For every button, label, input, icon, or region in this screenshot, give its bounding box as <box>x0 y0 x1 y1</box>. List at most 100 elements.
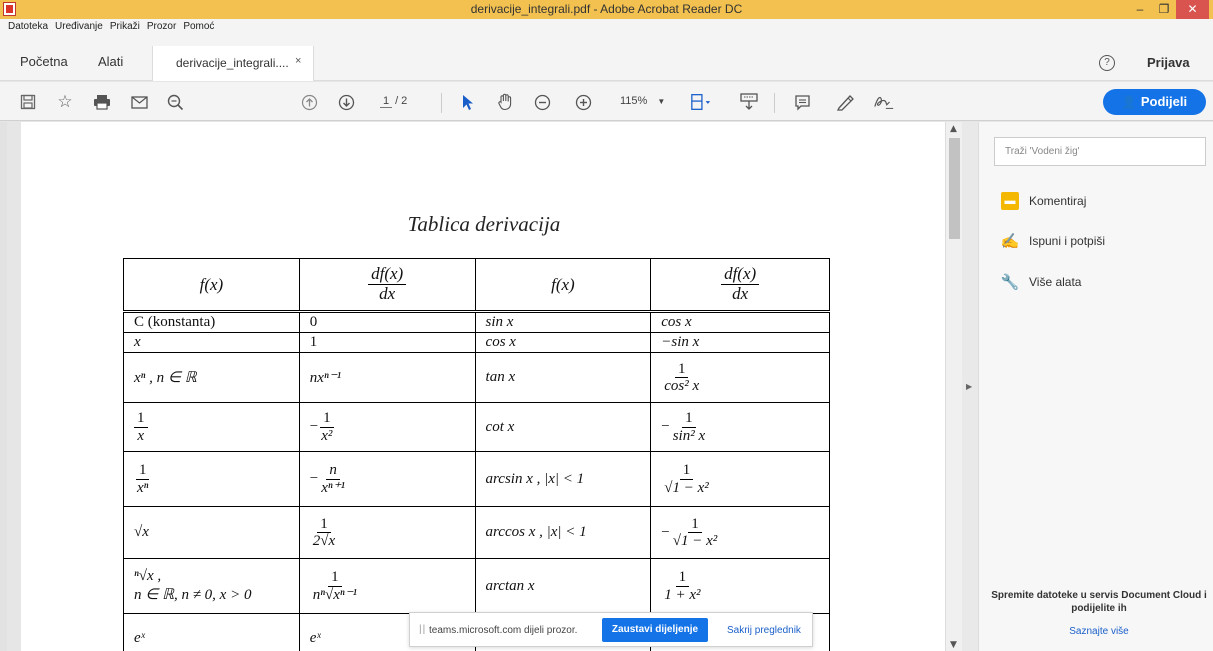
close-window-button[interactable]: ✕ <box>1176 0 1209 19</box>
table-cell: 1 nⁿ√xⁿ⁻¹ <box>298 558 476 614</box>
table-row: 1x −1 x² cot x −1 sin² x <box>123 402 830 452</box>
scroll-up-icon[interactable]: ▲ <box>950 124 957 134</box>
page-fit-icon[interactable] <box>690 91 712 113</box>
vertical-scrollbar[interactable]: ▲ ▼ <box>945 122 962 651</box>
share-message: teams.microsoft.com dijeli prozor. <box>429 625 578 636</box>
help-icon[interactable]: ? <box>1099 55 1115 71</box>
share-button-label: Podijeli <box>1140 94 1188 109</box>
page-indicator: 1 / 2 <box>380 95 407 108</box>
tool-comment[interactable]: ▬ Komentiraj <box>1001 192 1086 210</box>
toolbar-divider <box>441 93 442 113</box>
tool-fill-sign[interactable]: ✍ Ispuni i potpiši <box>1001 232 1105 250</box>
comment-icon[interactable] <box>791 91 813 113</box>
menu-item-window[interactable]: Prozor <box>147 21 176 32</box>
zoom-value: 115% <box>620 95 648 107</box>
table-cell: 1 2√x <box>298 506 476 559</box>
window-title: derivacije_integrali.pdf - Adobe Acrobat… <box>470 2 743 16</box>
header-derivative: df(x) dx <box>650 258 830 313</box>
sign-in-button[interactable]: Prijava <box>1147 55 1190 70</box>
tab-bar: Početna Alati derivacije_integrali.... ×… <box>0 46 1213 81</box>
header-function: f(x) <box>123 258 300 313</box>
table-cell: 1 √1 − x² <box>650 451 830 507</box>
derivatives-table: f(x) df(x) dx f(x) df(x) dx C (konstanta) … <box>123 258 830 651</box>
bookmark-star-icon[interactable]: ☆ <box>54 91 76 113</box>
menu-item-view[interactable]: Prikaži <box>110 21 140 32</box>
table-cell: arccos x , |x| < 1 <box>474 506 652 559</box>
menu-item-help[interactable]: Pomoć <box>183 21 214 32</box>
scroll-down-icon[interactable]: ▼ <box>950 640 957 650</box>
tab-document[interactable]: derivacije_integrali.... × <box>152 46 314 81</box>
wrench-icon: 🔧 <box>1000 274 1020 291</box>
hand-tool-icon[interactable] <box>494 91 516 113</box>
right-panel-rail: ▶ <box>962 122 978 651</box>
scroll-mode-icon[interactable] <box>738 91 760 113</box>
collapse-right-panel-icon[interactable]: ▶ <box>966 382 972 391</box>
select-cursor-icon[interactable] <box>457 91 479 113</box>
zoom-select[interactable]: 115% ▼ <box>620 95 665 107</box>
drag-handle-icon[interactable]: || <box>419 624 426 635</box>
table-cell: cos x <box>474 332 652 353</box>
table-cell: arcsin x , |x| < 1 <box>474 451 652 507</box>
tool-label: Ispuni i potpiši <box>1029 234 1106 248</box>
page-total: / 2 <box>395 95 408 107</box>
zoom-in-icon[interactable] <box>572 91 594 113</box>
scrollbar-thumb[interactable] <box>949 138 960 239</box>
table-cell: 1 cos² x <box>650 352 830 403</box>
table-row: √x 1 2√x arccos x , |x| < 1 −1 √1 − x² <box>123 506 830 559</box>
maximize-button[interactable]: ❐ <box>1152 0 1176 19</box>
tool-more-tools[interactable]: 🔧 Više alata <box>1000 273 1082 291</box>
document-cloud-promo: Spremite datoteke u servis Document Clou… <box>991 590 1207 614</box>
zoom-out-icon[interactable] <box>531 91 553 113</box>
table-cell: 1 <box>298 332 476 353</box>
table-header-row: f(x) df(x) dx f(x) df(x) dx <box>123 258 830 313</box>
chevron-down-icon: ▼ <box>657 97 666 106</box>
next-page-icon[interactable] <box>335 91 357 113</box>
print-icon[interactable] <box>91 91 113 113</box>
toolbar: ☆ 1 / 2 115% ▼ 👤 Podijeli <box>0 82 1213 121</box>
document-heading: Tablica derivacija <box>407 212 561 236</box>
stop-sharing-button[interactable]: Zaustavi dijeljenje <box>602 618 708 642</box>
table-cell: arctan x <box>474 558 652 614</box>
tool-search-input[interactable]: Traži 'Vodeni žig' <box>994 137 1206 166</box>
add-user-icon: 👤 <box>1121 95 1137 109</box>
document-viewport[interactable]: Tablica derivacija f(x) df(x) dx f(x) df(… <box>7 122 945 651</box>
table-cell: 1 xⁿ <box>123 451 300 507</box>
left-panel-rail <box>0 122 7 651</box>
highlight-pen-icon[interactable] <box>835 91 857 113</box>
share-button[interactable]: 👤 Podijeli <box>1103 89 1206 115</box>
title-bar: derivacije_integrali.pdf - Adobe Acrobat… <box>0 0 1213 19</box>
table-row: x 1 cos x −sin x <box>123 332 830 353</box>
pdf-page: Tablica derivacija f(x) df(x) dx f(x) df(… <box>21 122 945 651</box>
table-cell: − n xⁿ⁺¹ <box>298 451 476 507</box>
email-icon[interactable] <box>128 91 150 113</box>
table-cell: sin x <box>474 311 652 333</box>
menu-item-file[interactable]: Datoteka <box>8 21 48 32</box>
table-cell: cos x <box>650 311 830 333</box>
table-cell: √x <box>123 506 300 559</box>
tab-tools[interactable]: Alati <box>98 54 123 69</box>
table-cell: eˣ <box>123 613 300 651</box>
menu-item-edit[interactable]: Uređivanje <box>55 21 103 32</box>
table-cell: 0 <box>298 311 476 333</box>
previous-page-icon[interactable] <box>298 91 320 113</box>
tab-document-label: derivacije_integrali.... <box>176 56 289 70</box>
minimize-button[interactable]: – <box>1128 0 1152 19</box>
table-row: xⁿ , n ∈ ℝ nxⁿ⁻¹ tan x 1 cos² x <box>123 352 830 403</box>
page-number-input[interactable]: 1 <box>380 95 392 108</box>
save-icon[interactable] <box>17 91 39 113</box>
tab-home[interactable]: Početna <box>20 54 68 69</box>
close-tab-icon[interactable]: × <box>295 55 301 67</box>
tool-label: Komentiraj <box>1029 194 1087 208</box>
comment-icon: ▬ <box>1001 192 1019 210</box>
sign-icon[interactable] <box>873 91 895 113</box>
table-cell: nxⁿ⁻¹ <box>298 352 476 403</box>
table-row: 1 xⁿ − n xⁿ⁺¹ arcsin x , |x| < 1 1 √1 − x² <box>123 451 830 507</box>
hide-bar-link[interactable]: Sakrij preglednik <box>727 625 801 636</box>
zoom-search-icon[interactable] <box>164 91 186 113</box>
learn-more-link[interactable]: Saznajte više <box>989 626 1209 637</box>
menu-bar: Datoteka Uređivanje Prikaži Prozor Pomoć <box>0 19 1213 46</box>
table-cell: −sin x <box>650 332 830 353</box>
table-cell: x <box>123 332 300 353</box>
table-row: C (konstanta) 0 sin x cos x <box>123 311 830 333</box>
table-cell: ⁿ√x ,n ∈ ℝ, n ≠ 0, x > 0 <box>123 558 300 614</box>
